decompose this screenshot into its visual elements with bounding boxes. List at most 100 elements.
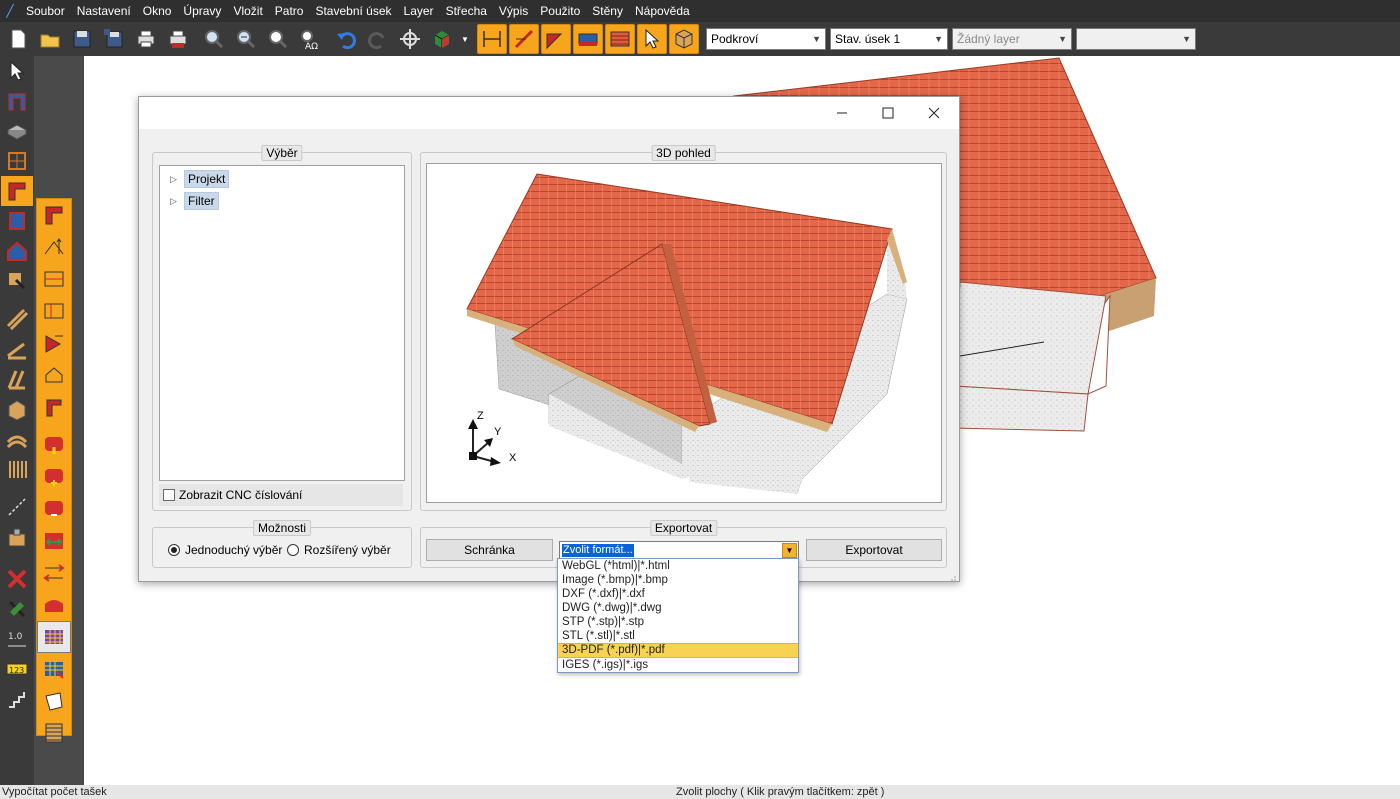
zoom-in-icon[interactable]: [199, 24, 229, 54]
tiles-shape-icon[interactable]: [37, 685, 71, 717]
menu-pouzito[interactable]: Použito: [534, 0, 586, 22]
floor-select[interactable]: Podkroví ▼: [706, 28, 826, 50]
print-icon[interactable]: [131, 24, 161, 54]
menu-layer[interactable]: Layer: [398, 0, 440, 22]
roof-corner-icon[interactable]: [37, 391, 71, 423]
format-option[interactable]: IGES (*.igs)|*.igs: [558, 658, 798, 672]
menu-stavebni-usek[interactable]: Stavební úsek: [309, 0, 397, 22]
cnc-checkbox[interactable]: [163, 489, 175, 501]
format-dropdown-list[interactable]: WebGL (*html)|*.html Image (*.bmp)|*.bmp…: [557, 558, 799, 673]
maximize-icon[interactable]: [865, 97, 911, 129]
minimize-icon[interactable]: [819, 97, 865, 129]
menu-patro[interactable]: Patro: [269, 0, 310, 22]
3d-preview-viewport[interactable]: Z Y X: [426, 163, 942, 503]
roof-gable-icon[interactable]: [37, 327, 71, 359]
chevron-down-icon[interactable]: ▼: [782, 543, 797, 558]
delete-icon[interactable]: [1, 564, 33, 594]
roof-split-icon[interactable]: [37, 295, 71, 327]
menu-vlozit[interactable]: Vložit: [227, 0, 268, 22]
tiles-align-icon[interactable]: [37, 557, 71, 589]
new-file-icon[interactable]: [3, 24, 33, 54]
tiles-grid-icon[interactable]: [37, 653, 71, 685]
timber-icon[interactable]: [1, 394, 33, 424]
select-arrow-icon[interactable]: [637, 24, 667, 54]
line-icon[interactable]: [1, 492, 33, 522]
menu-steny[interactable]: Stěny: [586, 0, 629, 22]
radio-extended-row[interactable]: Rozšířený výběr: [287, 543, 391, 557]
expand-icon[interactable]: ▷: [170, 174, 184, 185]
roof-create-icon[interactable]: [37, 199, 71, 231]
roof-window-icon[interactable]: [573, 24, 603, 54]
arch-icon[interactable]: [1, 424, 33, 454]
menu-strecha[interactable]: Střecha: [440, 0, 493, 22]
zoom-fit-icon[interactable]: [263, 24, 293, 54]
truss-icon[interactable]: [1, 364, 33, 394]
menu-upravy[interactable]: Úpravy: [177, 0, 227, 22]
tiles-remove-icon[interactable]: [37, 493, 71, 525]
extra-select[interactable]: ▼: [1076, 28, 1196, 50]
radio-simple-row[interactable]: Jednoduchý výběr: [168, 543, 282, 557]
rafter-icon[interactable]: [1, 334, 33, 364]
menu-okno[interactable]: Okno: [137, 0, 178, 22]
slab-icon[interactable]: [1, 116, 33, 146]
door-icon[interactable]: [1, 206, 33, 236]
text-size-icon[interactable]: AΩ: [295, 24, 325, 54]
tiles-count-icon[interactable]: [37, 621, 71, 653]
3d-cube-icon[interactable]: [427, 24, 457, 54]
radio-simple[interactable]: [168, 544, 180, 556]
format-option[interactable]: Image (*.bmp)|*.bmp: [558, 573, 798, 587]
tree-item-projekt[interactable]: ▷ Projekt: [170, 170, 230, 188]
format-option[interactable]: STP (*.stp)|*.stp: [558, 615, 798, 629]
menu-soubor[interactable]: Soubor: [20, 0, 71, 22]
stairs-icon[interactable]: [1, 684, 33, 714]
beam-icon[interactable]: [1, 304, 33, 334]
cnc-checkbox-row[interactable]: Zobrazit CNC číslování: [159, 484, 403, 506]
undo-icon[interactable]: [331, 24, 361, 54]
roof-tiles-icon[interactable]: [605, 24, 635, 54]
menu-nastaveni[interactable]: Nastavení: [71, 0, 137, 22]
dormer-icon[interactable]: [37, 359, 71, 391]
format-option[interactable]: DWG (*.dwg)|*.dwg: [558, 601, 798, 615]
tiles-move-icon[interactable]: [37, 525, 71, 557]
dimension-tool-icon[interactable]: [477, 24, 507, 54]
zoom-out-icon[interactable]: [231, 24, 261, 54]
tools-icon[interactable]: [1, 594, 33, 624]
menu-vypis[interactable]: Výpis: [493, 0, 534, 22]
format-option-highlighted[interactable]: 3D-PDF (*.pdf)|*.pdf: [558, 643, 798, 658]
pointer-icon[interactable]: [1, 56, 33, 86]
block-icon[interactable]: [1, 522, 33, 552]
tree-item-filter[interactable]: ▷ Filter: [170, 192, 219, 210]
measure-icon[interactable]: 1.0: [1, 624, 33, 654]
wall-icon[interactable]: [1, 86, 33, 116]
close-icon[interactable]: [911, 97, 957, 129]
crosshair-icon[interactable]: [395, 24, 425, 54]
3d-box-icon[interactable]: [669, 24, 699, 54]
save-icon[interactable]: [67, 24, 97, 54]
numbering-icon[interactable]: 123: [1, 654, 33, 684]
menu-napoveda[interactable]: Nápověda: [629, 0, 696, 22]
edit-tool-icon[interactable]: [1, 266, 33, 296]
redo-icon[interactable]: [363, 24, 393, 54]
export-button[interactable]: Exportovat: [806, 539, 942, 561]
print-pdf-icon[interactable]: [163, 24, 193, 54]
roof-edge-icon[interactable]: [37, 263, 71, 295]
window-icon[interactable]: [1, 146, 33, 176]
format-option[interactable]: STL (*.stl)|*.stl: [558, 629, 798, 643]
radio-extended[interactable]: [287, 544, 299, 556]
open-folder-icon[interactable]: [35, 24, 65, 54]
layer-select[interactable]: Žádný layer ▼: [952, 28, 1072, 50]
chevron-down-icon[interactable]: ▼: [459, 24, 471, 54]
clipboard-button[interactable]: Schránka: [426, 539, 553, 561]
section-select[interactable]: Stav. úsek 1 ▼: [830, 28, 948, 50]
format-option[interactable]: DXF (*.dxf)|*.dxf: [558, 587, 798, 601]
tiles-down-icon[interactable]: [37, 429, 71, 461]
tiles-list-icon[interactable]: [37, 717, 71, 749]
house-icon[interactable]: [1, 236, 33, 266]
studs-icon[interactable]: [1, 454, 33, 484]
save-all-icon[interactable]: [99, 24, 129, 54]
roof-line-icon[interactable]: [509, 24, 539, 54]
roof-plane-icon[interactable]: [541, 24, 571, 54]
roof-slope-icon[interactable]: [37, 231, 71, 263]
selection-tree[interactable]: ▷ Projekt ▷ Filter: [159, 165, 405, 481]
roof-icon[interactable]: [1, 176, 33, 206]
